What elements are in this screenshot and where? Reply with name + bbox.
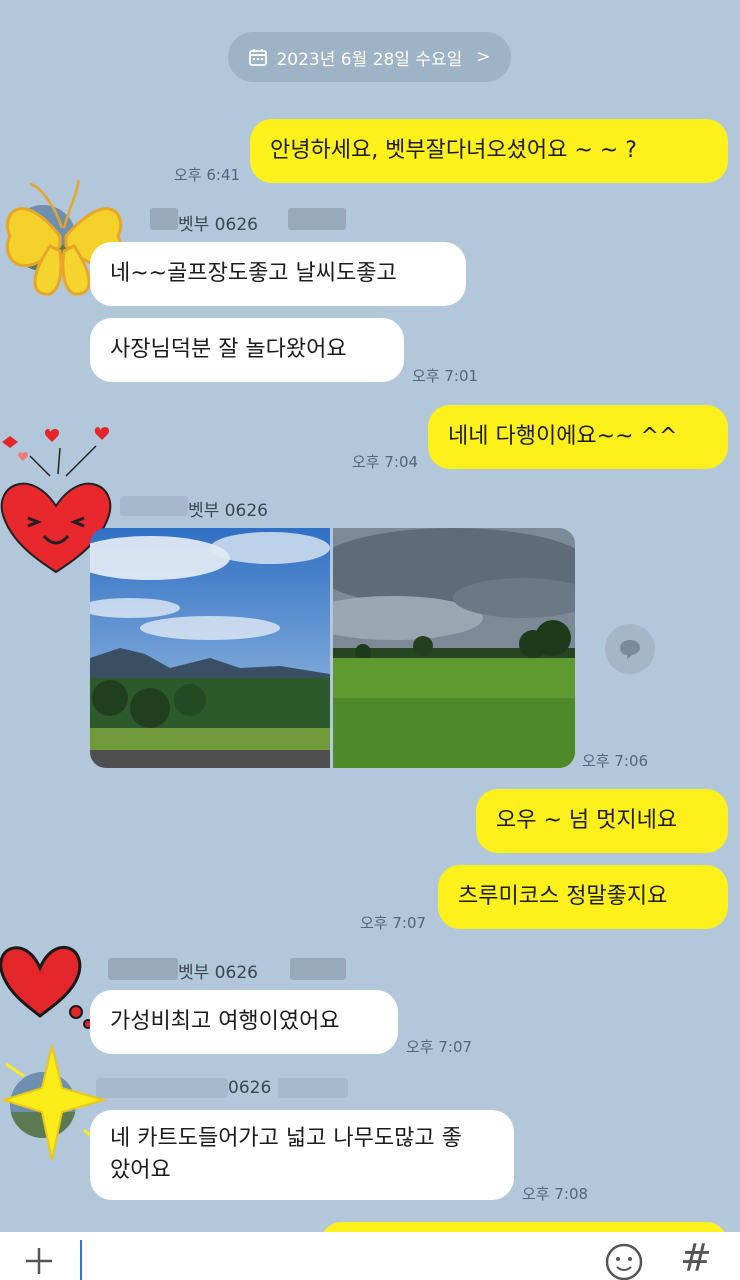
chat-bubble-other[interactable]: 네~~골프장도좋고 날씨도좋고 (90, 242, 466, 306)
sender-name: 벳부 0626 (178, 215, 258, 235)
speech-bubble-icon (620, 640, 640, 659)
chat-bubble-other[interactable]: 가성비최고 여행이였어요 (90, 990, 398, 1054)
blurred-name (278, 1078, 348, 1098)
blurred-name (290, 958, 346, 980)
chevron-right-icon: > (476, 47, 491, 67)
hash-icon[interactable]: # (680, 1236, 712, 1280)
blurred-name (96, 1078, 228, 1098)
message-text: 츠루미코스 정말좋지요 (458, 884, 668, 909)
message-text: 안녕하세요, 벳부잘다녀오셨어요 ~ ~ ? (270, 138, 637, 163)
plus-icon[interactable] (22, 1244, 56, 1278)
message-time: 오후 6:41 (174, 166, 241, 184)
message-time: 오후 7:08 (522, 1185, 589, 1203)
photo-golf-course[interactable] (333, 528, 575, 768)
chat-bubble-me[interactable]: 츠루미코스 정말좋지요 (438, 865, 728, 929)
message-text: 네네 다행이에요~~ ^^ (448, 424, 678, 449)
message-text: 네~~골프장도좋고 날씨도좋고 (110, 261, 397, 286)
sender-name: 벳부 0626 (178, 963, 258, 983)
share-button[interactable] (605, 624, 655, 674)
message-text: 가성비최고 여행이였어요 (110, 1009, 340, 1034)
sender-name: 벳부 0626 (188, 501, 268, 521)
chat-bubble-me[interactable]: 네네 다행이에요~~ ^^ (428, 405, 728, 469)
photo-mountain[interactable] (90, 528, 330, 768)
message-time: 오후 7:04 (352, 453, 419, 471)
message-time: 오후 7:01 (412, 367, 479, 385)
message-time: 오후 7:07 (406, 1038, 473, 1056)
message-time: 오후 7:06 (582, 752, 649, 770)
heart-sticker (0, 946, 93, 1029)
chat-bubble-other[interactable]: 네 카트도들어가고 넓고 나무도많고 좋았어요 (90, 1110, 514, 1200)
chat-bubble-me[interactable]: 안녕하세요, 벳부잘다녀오셨어요 ~ ~ ? (250, 119, 728, 183)
chat-bubble-other[interactable]: 사장님덕분 잘 놀다왔어요 (90, 318, 404, 382)
message-text: 네 카트도들어가고 넓고 나무도많고 좋았어요 (110, 1126, 462, 1183)
input-bar: # (0, 1232, 740, 1280)
blurred-name (108, 958, 178, 980)
chat-bubble-me[interactable]: 오우 ~ 넘 멋지네요 (476, 789, 728, 853)
message-text: 사장님덕분 잘 놀다왔어요 (110, 337, 347, 362)
message-input[interactable] (80, 1240, 82, 1280)
date-label: 2023년 6월 28일 수요일 (276, 49, 463, 70)
blurred-name (120, 496, 188, 516)
calendar-icon (249, 49, 268, 66)
message-time: 오후 7:07 (360, 914, 427, 932)
blurred-name (150, 208, 178, 230)
message-text: 오우 ~ 넘 멋지네요 (496, 808, 678, 833)
blurred-name (288, 208, 346, 230)
emoji-icon[interactable] (604, 1242, 644, 1280)
sender-name: 0626 (228, 1078, 272, 1098)
date-header[interactable]: 2023년 6월 28일 수요일 > (228, 32, 511, 82)
